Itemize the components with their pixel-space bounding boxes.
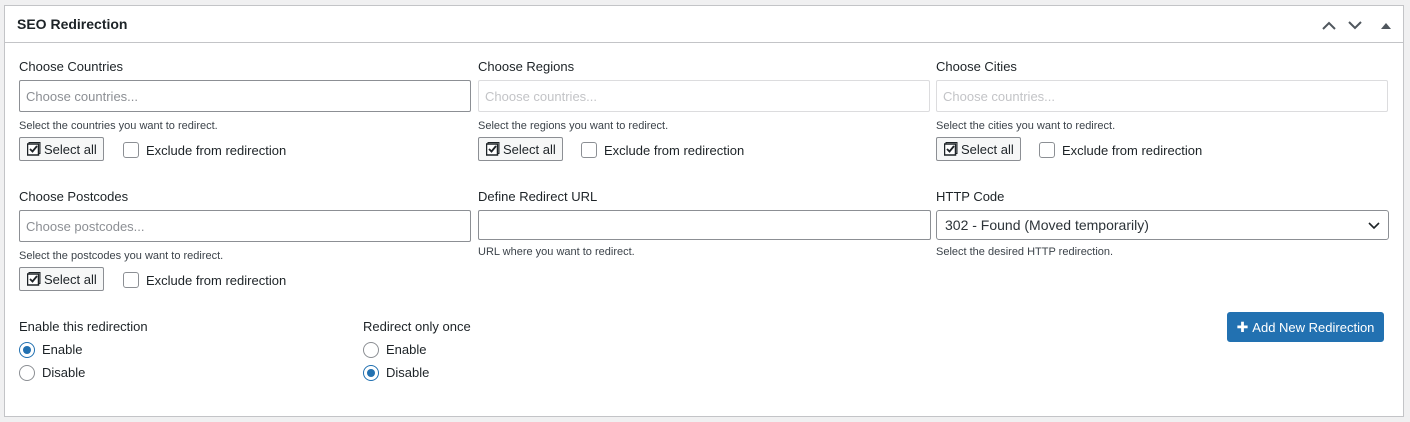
regions-label: Choose Regions xyxy=(478,59,575,74)
enable-redirection-enable-radio[interactable] xyxy=(19,342,35,358)
redirect-once-disable-label: Disable xyxy=(386,365,430,380)
http-code-label: HTTP Code xyxy=(936,189,1005,204)
redirect-url-label: Define Redirect URL xyxy=(478,189,598,204)
countries-exclude-label: Exclude from redirection xyxy=(146,143,287,158)
cities-input[interactable] xyxy=(936,80,1388,112)
http-code-description: Select the desired HTTP redirection. xyxy=(936,246,1114,258)
select-all-label: Select all xyxy=(44,271,97,287)
select-all-label: Select all xyxy=(961,141,1014,157)
add-new-redirection-label: Add New Redirection xyxy=(1252,319,1375,335)
cities-exclude-checkbox[interactable] xyxy=(1039,142,1055,158)
countries-description: Select the countries you want to redirec… xyxy=(19,120,218,132)
postcodes-input[interactable] xyxy=(19,210,471,242)
postcodes-description: Select the postcodes you want to redirec… xyxy=(19,250,224,262)
panel-header: SEO Redirection xyxy=(5,6,1403,43)
regions-select-all-button[interactable]: Select all xyxy=(478,137,563,161)
checklist-icon xyxy=(27,142,41,156)
cities-description: Select the cities you want to redirect. xyxy=(936,120,1116,132)
checklist-icon xyxy=(486,142,500,156)
countries-exclude-checkbox[interactable] xyxy=(123,142,139,158)
regions-description: Select the regions you want to redirect. xyxy=(478,120,669,132)
chevron-down-icon xyxy=(1348,20,1362,29)
regions-input[interactable] xyxy=(478,80,930,112)
move-up-button[interactable] xyxy=(1318,14,1340,36)
cities-exclude-label: Exclude from redirection xyxy=(1062,143,1203,158)
redirect-url-input[interactable] xyxy=(478,210,931,240)
plus-icon: ✚ xyxy=(1236,318,1249,335)
enable-redirection-enable-label: Enable xyxy=(42,342,83,357)
add-new-redirection-button[interactable]: ✚ Add New Redirection xyxy=(1227,312,1384,342)
http-code-select[interactable]: 302 - Found (Moved temporarily) xyxy=(936,210,1389,240)
enable-redirection-disable-label: Disable xyxy=(42,365,86,380)
countries-input[interactable] xyxy=(19,80,471,112)
cities-label: Choose Cities xyxy=(936,59,1017,74)
countries-label: Choose Countries xyxy=(19,59,124,74)
enable-redirection-disable-radio[interactable] xyxy=(19,365,35,381)
triangle-up-icon xyxy=(1381,22,1391,29)
redirect-once-enable-label: Enable xyxy=(386,342,427,357)
checklist-icon xyxy=(944,142,958,156)
postcodes-exclude-checkbox[interactable] xyxy=(123,272,139,288)
chevron-down-icon xyxy=(1368,222,1380,230)
toggle-panel-button[interactable] xyxy=(1375,14,1397,36)
redirect-once-label: Redirect only once xyxy=(363,319,471,334)
regions-exclude-label: Exclude from redirection xyxy=(604,143,745,158)
select-all-label: Select all xyxy=(44,141,97,157)
postcodes-label: Choose Postcodes xyxy=(19,189,129,204)
regions-exclude-checkbox[interactable] xyxy=(581,142,597,158)
postcodes-select-all-button[interactable]: Select all xyxy=(19,267,104,291)
chevron-up-icon xyxy=(1322,21,1336,30)
http-code-selected-value: 302 - Found (Moved temporarily) xyxy=(945,217,1149,233)
panel-title: SEO Redirection xyxy=(17,16,128,32)
redirect-once-enable-radio[interactable] xyxy=(363,342,379,358)
enable-redirection-label: Enable this redirection xyxy=(19,319,148,334)
postcodes-exclude-label: Exclude from redirection xyxy=(146,273,287,288)
countries-select-all-button[interactable]: Select all xyxy=(19,137,104,161)
redirect-once-disable-radio[interactable] xyxy=(363,365,379,381)
checklist-icon xyxy=(27,272,41,286)
select-all-label: Select all xyxy=(503,141,556,157)
redirect-url-description: URL where you want to redirect. xyxy=(478,246,635,258)
cities-select-all-button[interactable]: Select all xyxy=(936,137,1021,161)
move-down-button[interactable] xyxy=(1344,14,1366,36)
